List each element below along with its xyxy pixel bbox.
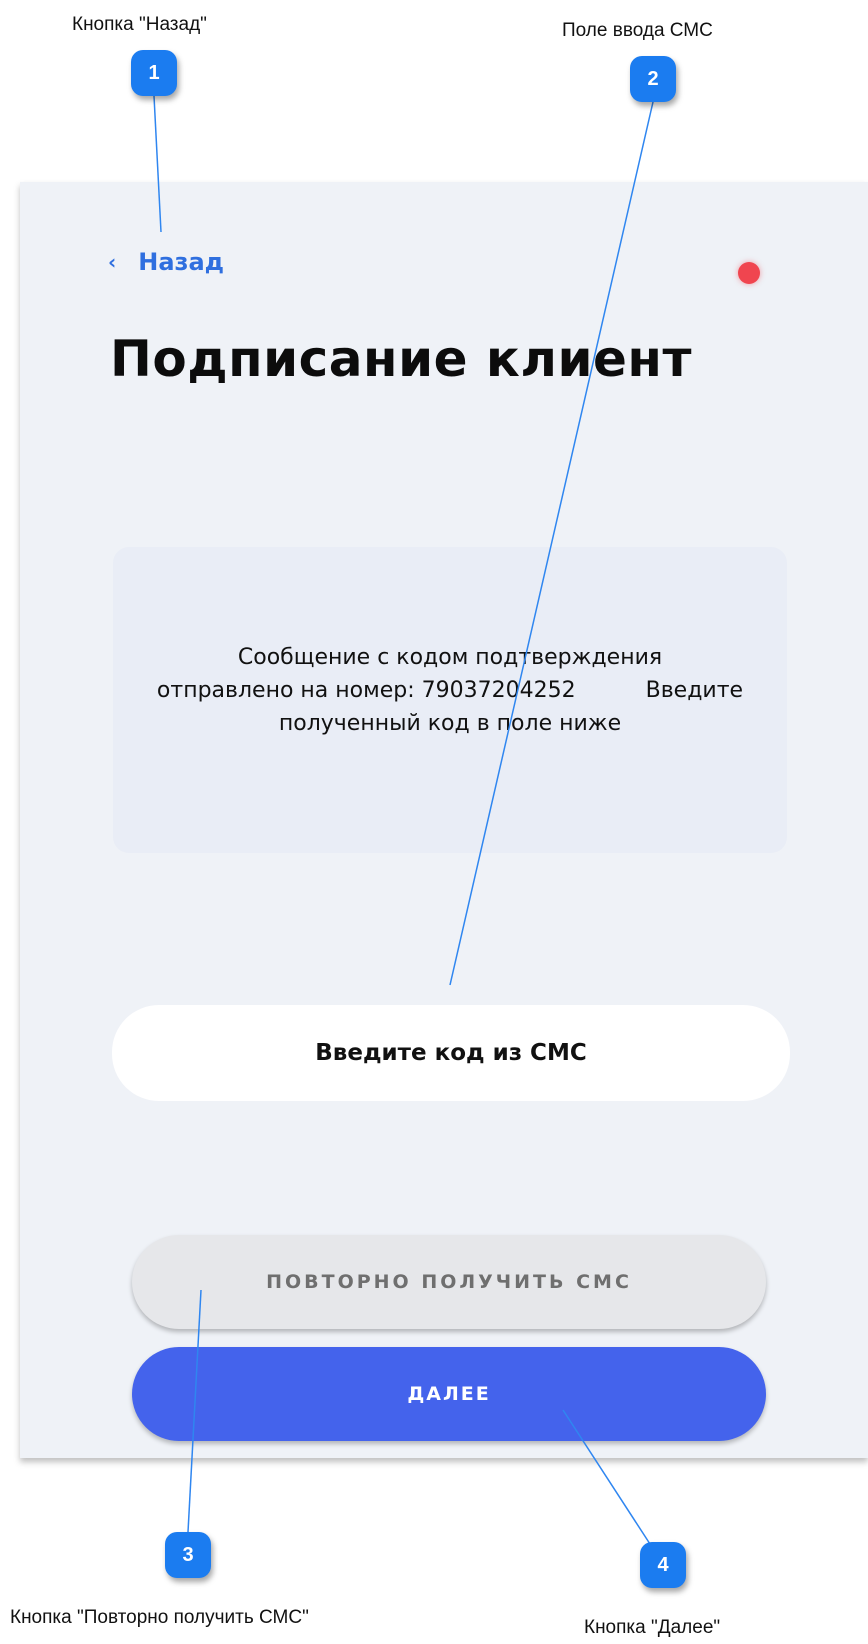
info-line-2-enter: Введите bbox=[645, 677, 744, 703]
next-button[interactable]: ДАЛЕЕ bbox=[132, 1347, 766, 1441]
back-button[interactable]: ‹ Назад bbox=[108, 248, 224, 276]
info-message: Сообщение с кодом подтверждения отправле… bbox=[130, 641, 770, 740]
callout-marker-4: 4 bbox=[640, 1542, 686, 1588]
callout-marker-1: 1 bbox=[131, 50, 177, 96]
callout-marker-2: 2 bbox=[630, 56, 676, 102]
callout-label-sms-field: Поле ввода СМС bbox=[562, 20, 713, 41]
callout-label-resend: Кнопка "Повторно получить СМС" bbox=[10, 1607, 309, 1628]
info-line-2: отправлено на номер: 79037204252 Введите bbox=[130, 674, 770, 707]
callout-label-back: Кнопка "Назад" bbox=[72, 14, 207, 35]
chevron-left-icon: ‹ bbox=[108, 250, 117, 274]
page-title: Подписание клиент bbox=[110, 330, 692, 388]
info-card: Сообщение с кодом подтверждения отправле… bbox=[113, 547, 787, 853]
info-line-2-phone: отправлено на номер: 79037204252 bbox=[156, 677, 576, 703]
status-indicator bbox=[738, 262, 760, 284]
app-screen: ‹ Назад Подписание клиент Сообщение с ко… bbox=[20, 182, 868, 1458]
info-line-3: полученный код в поле ниже bbox=[278, 710, 622, 736]
resend-sms-button[interactable]: ПОВТОРНО ПОЛУЧИТЬ СМС bbox=[132, 1235, 766, 1329]
callout-label-next: Кнопка "Далее" bbox=[584, 1617, 721, 1638]
callout-marker-3: 3 bbox=[165, 1532, 211, 1578]
back-button-label: Назад bbox=[138, 248, 225, 276]
info-line-1: Сообщение с кодом подтверждения bbox=[237, 644, 663, 670]
sms-code-input[interactable] bbox=[112, 1005, 790, 1101]
